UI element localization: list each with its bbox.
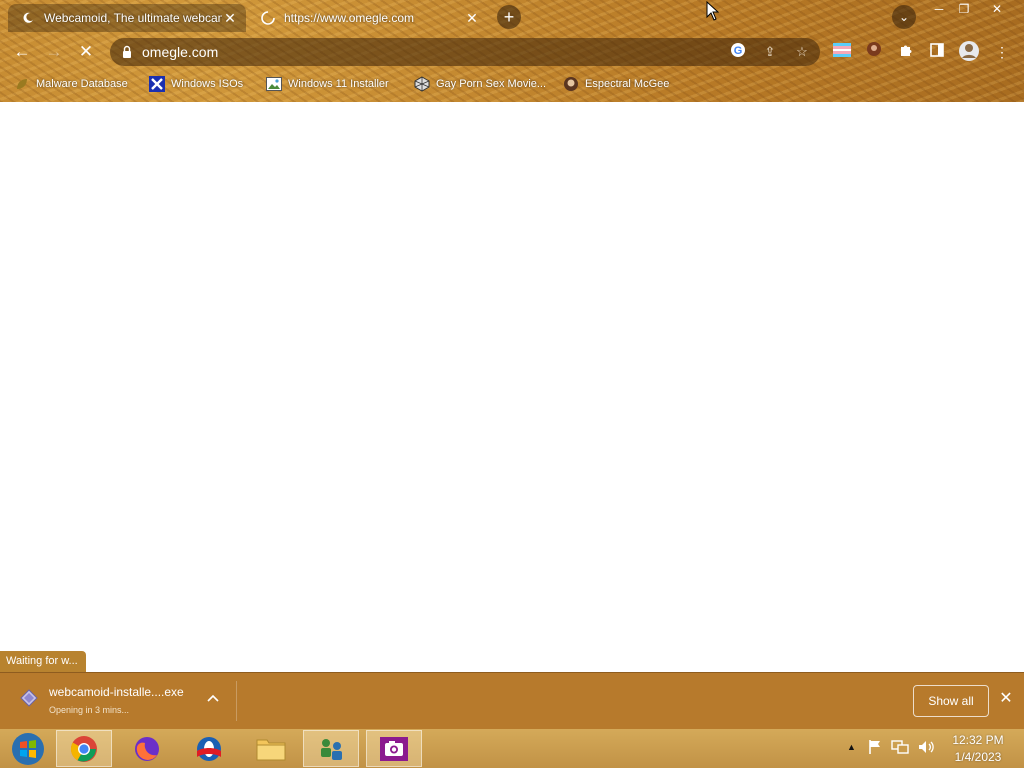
firefox-icon bbox=[135, 736, 159, 761]
leaf-icon bbox=[14, 76, 30, 92]
svg-text:G: G bbox=[734, 45, 743, 57]
clock-date: 1/4/2023 bbox=[954, 750, 1002, 764]
taskbar: ▲ 12:32 PM 1/4/2023 bbox=[0, 729, 1024, 768]
profile-avatar-icon[interactable] bbox=[957, 40, 981, 64]
share-icon[interactable]: ⇪ bbox=[760, 42, 780, 62]
bookmark-espectral-mcgee[interactable]: Espectral McGee bbox=[563, 76, 669, 92]
mouse-cursor-icon bbox=[706, 0, 720, 26]
status-bubble: Waiting for w... bbox=[0, 651, 86, 672]
bookmark-label: Espectral McGee bbox=[585, 78, 670, 90]
back-button[interactable]: ← bbox=[10, 40, 34, 64]
x-logo-icon bbox=[149, 76, 165, 92]
system-clock[interactable]: 12:32 PM 1/4/2023 bbox=[945, 732, 1011, 766]
url-text[interactable]: omegle.com bbox=[142, 44, 218, 60]
volume-icon[interactable] bbox=[917, 739, 935, 758]
forward-button[interactable]: → bbox=[42, 40, 66, 64]
shelf-divider bbox=[236, 681, 237, 721]
taskbar-network-app[interactable] bbox=[303, 730, 359, 767]
close-tab-icon[interactable]: ✕ bbox=[222, 10, 238, 27]
tab-omegle[interactable]: https://www.omegle.com ✕ bbox=[248, 4, 488, 32]
close-tab-icon[interactable]: ✕ bbox=[464, 10, 480, 27]
extensions-puzzle-icon[interactable] bbox=[894, 40, 918, 64]
network-users-icon bbox=[321, 738, 342, 760]
tab-search-button[interactable]: ⌄ bbox=[892, 5, 916, 29]
bookmark-adult-site[interactable]: Gay Porn Sex Movie... bbox=[414, 76, 546, 92]
bookmark-windows-isos[interactable]: Windows ISOs bbox=[149, 76, 243, 92]
stop-loading-button[interactable]: ✕ bbox=[74, 40, 98, 64]
new-tab-button[interactable]: + bbox=[497, 5, 521, 29]
installer-file-icon[interactable] bbox=[20, 689, 38, 707]
opera-icon bbox=[197, 736, 221, 761]
show-hidden-icons-icon[interactable]: ▲ bbox=[847, 742, 856, 752]
screen: Webcamoid, The ultimate webcam ✕ https:/… bbox=[0, 0, 1024, 768]
taskbar-chrome[interactable] bbox=[56, 730, 112, 767]
windows-orb-icon bbox=[12, 732, 44, 765]
tab-title: https://www.omegle.com bbox=[284, 11, 415, 25]
bookmark-label: Windows 11 Installer bbox=[288, 78, 389, 90]
action-center-flag-icon[interactable] bbox=[867, 739, 883, 758]
bookmark-label: Windows ISOs bbox=[171, 78, 244, 90]
tab-webcamoid[interactable]: Webcamoid, The ultimate webcam ✕ bbox=[8, 4, 246, 32]
taskbar-opera[interactable] bbox=[181, 730, 237, 767]
folder-icon bbox=[256, 739, 286, 760]
page-content[interactable] bbox=[0, 102, 1024, 672]
taskbar-file-explorer[interactable] bbox=[243, 730, 299, 767]
address-bar[interactable]: omegle.com G ⇪ ☆ bbox=[110, 38, 820, 66]
bookmark-star-icon[interactable]: ☆ bbox=[792, 42, 812, 62]
chevron-up-icon[interactable] bbox=[204, 691, 222, 709]
cube-icon bbox=[414, 76, 430, 92]
close-window-button[interactable]: ✕ bbox=[986, 0, 1008, 18]
extension-avatar-icon[interactable] bbox=[862, 40, 886, 64]
side-panel-icon[interactable] bbox=[925, 40, 949, 64]
network-icon[interactable] bbox=[891, 739, 909, 758]
taskbar-camera-app[interactable] bbox=[366, 730, 422, 767]
download-status: Opening in 3 mins... bbox=[49, 705, 130, 715]
browser-chrome: Webcamoid, The ultimate webcam ✕ https:/… bbox=[0, 0, 1024, 102]
download-filename[interactable]: webcamoid-installe....exe bbox=[49, 685, 184, 699]
avatar-icon bbox=[563, 76, 579, 92]
loading-spinner-icon bbox=[260, 10, 276, 26]
start-button[interactable] bbox=[0, 730, 56, 767]
menu-kebab-icon[interactable]: ⋮ bbox=[990, 40, 1014, 64]
minimize-button[interactable]: ─ bbox=[928, 0, 950, 18]
bookmark-label: Malware Database bbox=[36, 78, 128, 90]
lock-icon[interactable] bbox=[122, 45, 132, 59]
restore-button[interactable]: ❐ bbox=[953, 0, 975, 18]
close-shelf-icon[interactable]: ✕ bbox=[996, 689, 1016, 709]
clock-time: 12:32 PM bbox=[952, 733, 1004, 747]
chrome-icon bbox=[70, 735, 97, 762]
bookmark-windows-11-installer[interactable]: Windows 11 Installer bbox=[266, 76, 389, 92]
google-lens-icon[interactable]: G bbox=[728, 42, 748, 62]
bookmark-label: Gay Porn Sex Movie... bbox=[436, 78, 547, 90]
tab-title: Webcamoid, The ultimate webcam bbox=[44, 11, 222, 25]
show-all-button[interactable]: Show all bbox=[913, 685, 989, 717]
bookmark-malware-database[interactable]: Malware Database bbox=[14, 76, 128, 92]
image-icon bbox=[266, 76, 282, 92]
moon-icon bbox=[20, 10, 36, 26]
download-shelf: webcamoid-installe....exe Opening in 3 m… bbox=[0, 672, 1024, 729]
camera-icon bbox=[380, 736, 408, 761]
taskbar-firefox[interactable] bbox=[119, 730, 175, 767]
extension-flag-icon[interactable] bbox=[830, 40, 854, 64]
